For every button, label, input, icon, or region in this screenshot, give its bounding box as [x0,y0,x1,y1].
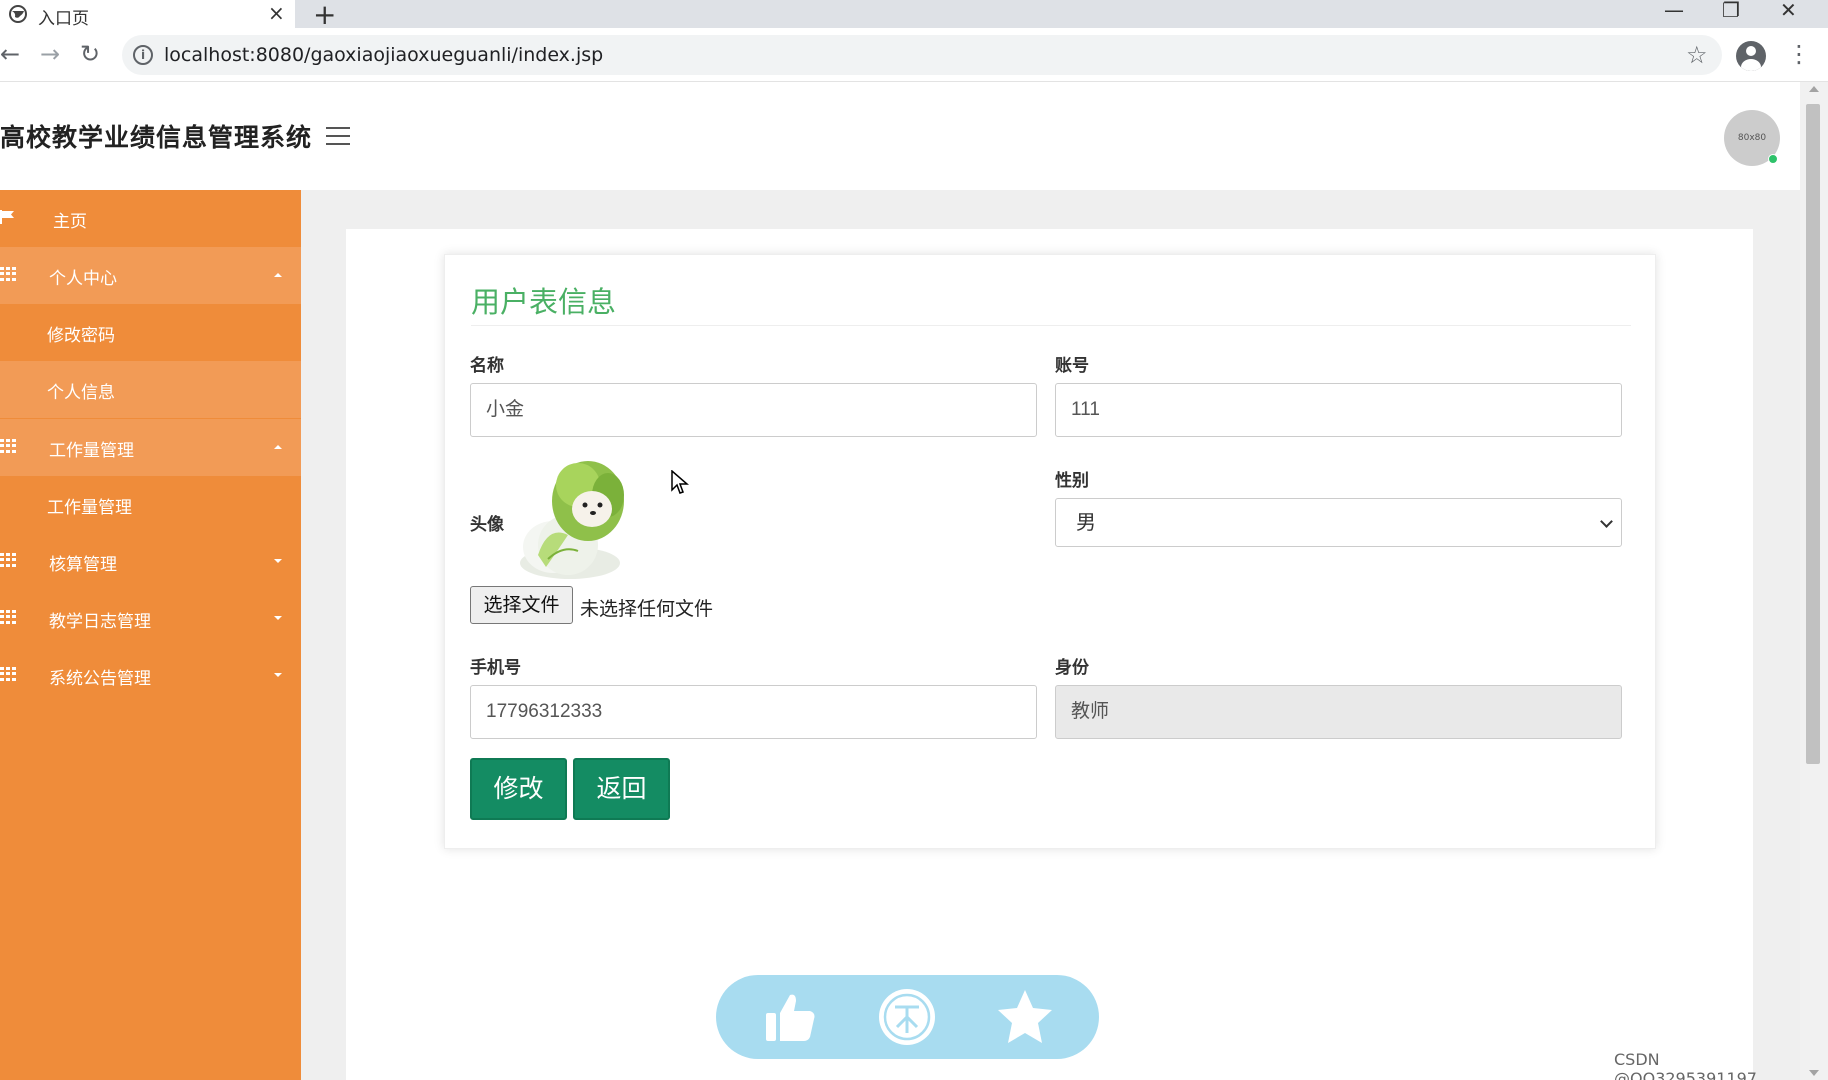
form-title: 用户表信息 [471,285,617,319]
reload-icon[interactable]: ↻ [80,40,100,68]
globe-icon [9,5,27,23]
content-panel: 用户表信息 名称 小金 账号 111 头像 选择文件 未选择任何文件 性别 男 … [346,229,1753,1080]
user-info-form: 用户表信息 名称 小金 账号 111 头像 选择文件 未选择任何文件 性别 男 … [444,254,1656,849]
avatar-placeholder-text: 80x80 [1737,133,1767,143]
avatar-label: 头像 [470,515,504,535]
sidebar-item-label: 个人中心 [49,269,117,289]
grid-icon [0,667,16,681]
sidebar-item-accounting[interactable]: 核算管理 [0,533,301,590]
sidebar-item-workload[interactable]: 工作量管理 [0,419,301,476]
name-input[interactable]: 小金 [470,383,1037,437]
flag-icon [0,210,14,224]
grid-icon [0,610,16,624]
grid-icon [0,439,16,453]
back-button[interactable]: 返回 [573,758,670,820]
caret-down-icon [274,559,282,563]
bookmark-star-icon[interactable]: ☆ [1686,43,1708,67]
file-status-text: 未选择任何文件 [580,598,714,620]
sidebar-item-label: 个人信息 [47,383,115,403]
browser-tab[interactable]: 入口页 × [0,0,295,29]
title-divider [471,325,1631,326]
sidebar-item-label: 工作量管理 [47,498,132,518]
caret-up-icon [274,445,282,449]
mouse-cursor-icon [671,470,689,494]
info-icon[interactable]: i [133,45,153,65]
grid-icon [0,267,16,281]
profile-icon[interactable] [1736,41,1766,71]
floating-action-bar [716,975,1099,1059]
forward-icon[interactable]: → [40,40,60,68]
sidebar-item-home[interactable]: 主页 [0,190,301,247]
caret-down-icon [274,616,282,620]
gender-selected-value: 男 [1076,510,1096,534]
url-text[interactable]: localhost:8080/gaoxiaojiaoxueguanli/inde… [164,44,603,66]
account-label: 账号 [1055,356,1089,376]
window-close-icon[interactable]: ✕ [1780,0,1797,22]
avatar-image [520,461,624,579]
app-title: 高校教学业绩信息管理系统 [0,123,313,152]
sidebar-item-label: 核算管理 [49,555,117,575]
scroll-down-icon[interactable] [1809,1070,1819,1076]
caret-down-icon [274,673,282,677]
new-tab-button[interactable]: + [313,0,336,31]
scrollbar-thumb[interactable] [1806,104,1820,764]
sidebar-item-label: 工作量管理 [49,441,134,461]
sidebar-item-label: 教学日志管理 [49,612,151,632]
star-icon[interactable] [995,987,1055,1047]
gender-label: 性别 [1055,471,1089,491]
browser-menu-icon[interactable]: ⋮ [1787,40,1811,68]
scroll-up-icon[interactable] [1809,86,1819,92]
page-viewport: 高校教学业绩信息管理系统 80x80 主页 个人中心 修改密码 个人信息 工作量… [0,82,1800,1080]
url-input[interactable]: i localhost:8080/gaoxiaojiaoxueguanli/in… [122,35,1722,75]
restore-icon[interactable]: ❐ [1722,0,1740,22]
thumbs-up-icon[interactable] [760,987,820,1047]
tab-close-icon[interactable]: × [268,1,285,25]
back-icon[interactable]: ← [0,40,20,68]
sidebar-item-teaching-log[interactable]: 教学日志管理 [0,590,301,647]
sidebar-subitem-workload-management[interactable]: 工作量管理 [0,476,301,533]
sidebar-subitem-change-password[interactable]: 修改密码 [0,304,301,361]
name-label: 名称 [470,356,504,376]
sidebar-item-label: 系统公告管理 [49,669,151,689]
gender-select[interactable]: 男 [1055,498,1622,547]
grid-icon [0,553,16,567]
caret-up-icon [274,273,282,277]
hamburger-menu-icon[interactable] [326,127,350,145]
page-scrollbar[interactable] [1800,82,1828,1080]
phone-input[interactable]: 17796312333 [470,685,1037,739]
online-status-dot [1768,154,1778,164]
role-label: 身份 [1055,658,1089,678]
minimize-icon[interactable]: — [1664,0,1684,22]
sidebar-item-label: 主页 [53,212,87,232]
sidebar-item-personal-center[interactable]: 个人中心 [0,247,301,304]
browser-tab-strip: 入口页 × + — ❐ ✕ [0,0,1828,31]
choose-file-button[interactable]: 选择文件 [470,586,573,624]
sidebar-item-label: 修改密码 [47,326,115,346]
role-input: 教师 [1055,685,1622,739]
sidebar: 主页 个人中心 修改密码 个人信息 工作量管理 工作量管理 核算管理 教学日志管… [0,190,301,1080]
sidebar-subitem-personal-info[interactable]: 个人信息 [0,361,301,418]
chevron-down-icon [1600,515,1613,528]
user-avatar[interactable]: 80x80 [1724,110,1780,166]
tab-title: 入口页 [38,9,89,29]
app-header: 高校教学业绩信息管理系统 80x80 [0,82,1800,190]
account-input[interactable]: 111 [1055,383,1622,437]
watermark-text: CSDN @QQ3295391197 [1614,1050,1757,1080]
sidebar-item-announcements[interactable]: 系统公告管理 [0,647,301,704]
coin-icon[interactable] [877,987,937,1047]
submit-button[interactable]: 修改 [470,758,567,820]
phone-label: 手机号 [470,658,521,678]
address-bar-row: ← → ↻ i localhost:8080/gaoxiaojiaoxuegua… [0,28,1828,82]
